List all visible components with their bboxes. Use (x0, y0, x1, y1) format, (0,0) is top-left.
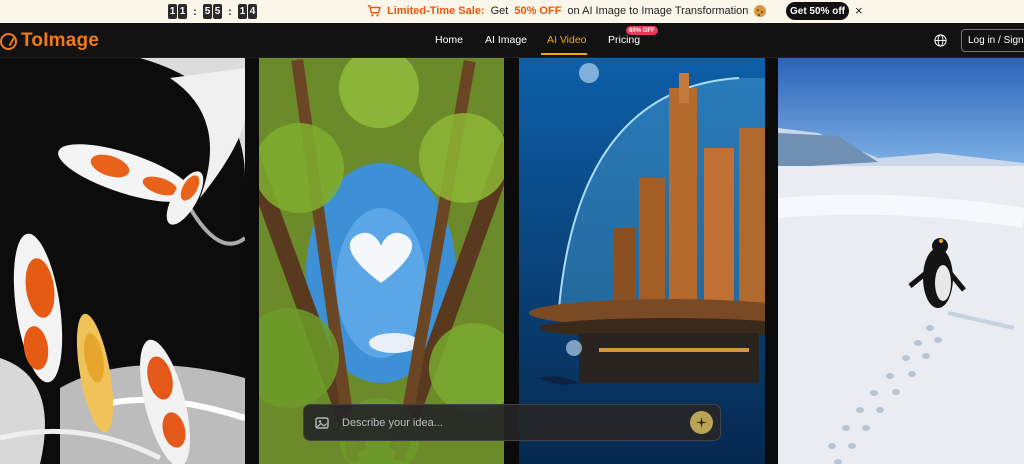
countdown-digit: 5 (203, 4, 212, 19)
koi-fish-image (0, 58, 245, 464)
countdown-digit: 4 (248, 4, 257, 19)
nav-item-ai-video[interactable]: AI Video (547, 34, 587, 46)
sparkle-icon (695, 416, 708, 429)
globe-icon[interactable] (934, 34, 947, 47)
sale-percent: 50% OFF (514, 5, 562, 17)
close-icon[interactable]: × (855, 3, 863, 18)
countdown-digit: 1 (178, 4, 187, 19)
top-navigation: ToImage Home AI Image AI Video Pricing 6… (0, 23, 1024, 58)
promo-bar: 1 1 : 5 5 : 1 4 Limited-Time Sale: Get 5… (0, 0, 1024, 23)
generate-button[interactable] (690, 411, 713, 434)
active-nav-underline (541, 53, 587, 55)
logo[interactable]: ToImage (0, 30, 99, 52)
logo-icon (0, 32, 17, 50)
countdown-digit: 1 (238, 4, 247, 19)
nav-item-pricing[interactable]: Pricing (608, 34, 640, 46)
countdown-timer: 1 1 : 5 5 : 1 4 (168, 4, 257, 19)
sale-text-pre: Get (490, 5, 509, 17)
countdown-digit: 5 (213, 4, 222, 19)
gallery-tile-koi[interactable] (0, 58, 245, 464)
nav-item-home[interactable]: Home (435, 34, 463, 46)
prompt-bar (303, 404, 721, 441)
gallery-tile-penguin[interactable] (778, 58, 1024, 464)
countdown-digit: 1 (168, 4, 177, 19)
get-discount-button[interactable]: Get 50% off (786, 2, 849, 20)
sale-message: Limited-Time Sale: Get 50% OFF on AI Ima… (367, 4, 767, 18)
image-upload-icon[interactable] (315, 416, 329, 430)
logo-text: ToImage (21, 30, 100, 51)
pricing-discount-badge: 60% OFF (626, 26, 658, 35)
idea-prompt-input[interactable] (342, 415, 682, 431)
login-signup-button[interactable]: Log in / Sign Up (961, 29, 1024, 52)
cart-icon (367, 5, 381, 17)
cookie-icon (754, 5, 767, 17)
nav-item-ai-image[interactable]: AI Image (485, 34, 527, 46)
sale-text-post: on AI Image to Image Transformation (567, 5, 749, 17)
sale-label: Limited-Time Sale: (387, 5, 485, 17)
penguin-snow-image (778, 58, 1024, 464)
countdown-separator: : (193, 5, 197, 18)
countdown-separator: : (228, 5, 232, 18)
